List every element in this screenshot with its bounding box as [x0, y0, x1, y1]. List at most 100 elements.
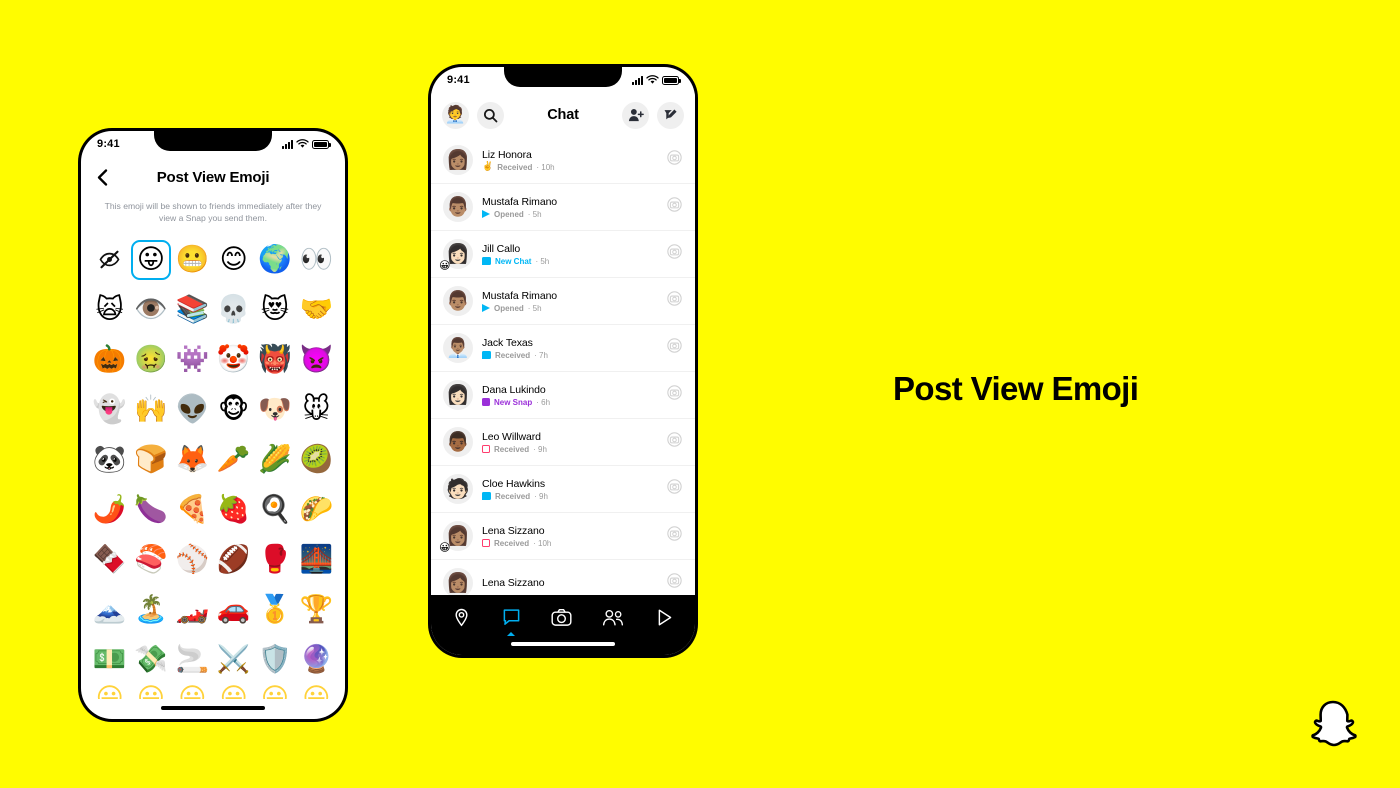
emoji-skull[interactable]: 💀 [213, 285, 254, 335]
emoji-partial-1[interactable]: 😀 [89, 685, 130, 699]
avatar[interactable]: 👩🏻 [443, 380, 473, 410]
emoji-weary-cat[interactable]: 🙀 [89, 285, 130, 335]
camera-circle-icon[interactable] [667, 197, 682, 217]
emoji-eye[interactable]: 👁️ [130, 285, 171, 335]
emoji-pizza[interactable]: 🍕 [172, 485, 213, 535]
camera-circle-icon[interactable] [667, 291, 682, 311]
emoji-chocolate-bar[interactable]: 🍫 [89, 535, 130, 585]
conversation-list[interactable]: 👩🏽 Liz Honora ✌️ Received · 10h 👨🏽 Mustafa Rim… [431, 137, 695, 607]
emoji-partial-3[interactable]: 😀 [172, 685, 213, 699]
emoji-crystal-ball[interactable]: 🔮 [296, 635, 337, 685]
emoji-alien[interactable]: 👽 [172, 385, 213, 435]
emoji-globe[interactable]: 🌍 [254, 235, 295, 285]
emoji-handshake[interactable]: 🤝 [296, 285, 337, 335]
emoji-books[interactable]: 📚 [172, 285, 213, 335]
emoji-hot-pepper[interactable]: 🌶️ [89, 485, 130, 535]
avatar[interactable]: 👩🏽 😀 [439, 521, 473, 553]
emoji-carrot[interactable]: 🥕 [213, 435, 254, 485]
camera-circle-icon[interactable] [667, 432, 682, 452]
avatar[interactable]: 👨🏽 [443, 192, 473, 222]
add-friend-button[interactable] [622, 101, 649, 129]
conversation-row[interactable]: 👨🏾 Leo Willward Received · 9h [431, 419, 695, 466]
avatar[interactable]: 🧑🏻 [443, 474, 473, 504]
conversation-row[interactable]: 👩🏽 😀 Lena Sizzano Received · 10h [431, 513, 695, 560]
emoji-money-with-wings[interactable]: 💸 [130, 635, 171, 685]
conversation-row[interactable]: 👩🏻 Dana Lukindo New Snap · 6h [431, 372, 695, 419]
emoji-partial-5[interactable]: 😀 [254, 685, 295, 699]
camera-circle-icon[interactable] [667, 573, 682, 593]
emoji-mouse-face[interactable]: 🐭 [296, 385, 337, 435]
emoji-ogre[interactable]: 👹 [254, 335, 295, 385]
nav-chat[interactable] [502, 608, 521, 636]
hide-emoji-icon[interactable] [89, 235, 130, 285]
avatar[interactable]: 👨🏽‍💼 [443, 333, 473, 363]
emoji-shield[interactable]: 🛡️ [254, 635, 295, 685]
emoji-clown[interactable]: 🤡 [213, 335, 254, 385]
emoji-kiwi[interactable]: 🥝 [296, 435, 337, 485]
emoji-nauseated[interactable]: 🤢 [130, 335, 171, 385]
emoji-heart-eyes-cat[interactable]: 😻 [254, 285, 295, 335]
avatar[interactable]: 👩🏻 😀 [439, 239, 473, 271]
emoji-dog-face[interactable]: 🐶 [254, 385, 295, 435]
emoji-jack-o-lantern[interactable]: 🎃 [89, 335, 130, 385]
emoji-panda[interactable]: 🐼 [89, 435, 130, 485]
emoji-taco[interactable]: 🌮 [296, 485, 337, 535]
emoji-monkey-face[interactable]: 🐵 [213, 385, 254, 435]
emoji-football[interactable]: 🏈 [213, 535, 254, 585]
emoji-corn[interactable]: 🌽 [254, 435, 295, 485]
emoji-bridge-at-night[interactable]: 🌉 [296, 535, 337, 585]
emoji-trophy[interactable]: 🏆 [296, 585, 337, 635]
nav-camera[interactable] [551, 608, 572, 627]
emoji-raising-hands[interactable]: 🙌 [130, 385, 171, 435]
back-button[interactable] [93, 168, 111, 186]
emoji-cigarette[interactable]: 🚬 [172, 635, 213, 685]
emoji-crossed-swords[interactable]: ⚔️ [213, 635, 254, 685]
conversation-row[interactable]: 👩🏽 Liz Honora ✌️ Received · 10h [431, 137, 695, 184]
profile-avatar-button[interactable]: 🧑‍💼 [442, 101, 469, 129]
nav-friends[interactable] [602, 609, 624, 626]
emoji-eyes[interactable]: 👀 [296, 235, 337, 285]
emoji-partial-6[interactable]: 😀 [296, 685, 337, 699]
emoji-desert-island[interactable]: 🏝️ [130, 585, 171, 635]
search-button[interactable] [477, 101, 504, 129]
emoji-partial-2[interactable]: 😀 [130, 685, 171, 699]
emoji-eggplant[interactable]: 🍆 [130, 485, 171, 535]
emoji-dollar-banknote[interactable]: 💵 [89, 635, 130, 685]
nav-map[interactable] [452, 608, 471, 627]
camera-circle-icon[interactable] [667, 385, 682, 405]
emoji-alien-monster[interactable]: 👾 [172, 335, 213, 385]
emoji-mount-fuji[interactable]: 🗻 [89, 585, 130, 635]
conversation-row[interactable]: 👨🏽 Mustafa Rimano Opened · 5h [431, 278, 695, 325]
emoji-ghost[interactable]: 👻 [89, 385, 130, 435]
conversation-row[interactable]: 🧑🏻 Cloe Hawkins Received · 9h [431, 466, 695, 513]
camera-circle-icon[interactable] [667, 244, 682, 264]
emoji-grimacing[interactable]: 😬 [172, 235, 213, 285]
emoji-boxing-glove[interactable]: 🥊 [254, 535, 295, 585]
camera-circle-icon[interactable] [667, 150, 682, 170]
emoji-automobile[interactable]: 🚗 [213, 585, 254, 635]
compose-new-chat-button[interactable] [657, 101, 684, 129]
avatar[interactable]: 👨🏽 [443, 286, 473, 316]
emoji-racing-car[interactable]: 🏎️ [172, 585, 213, 635]
emoji-sushi[interactable]: 🍣 [130, 535, 171, 585]
emoji-tongue-out[interactable]: 😛 [130, 235, 172, 285]
conversation-row[interactable]: 👩🏻 😀 Jill Callo New Chat · 5h [431, 231, 695, 278]
emoji-baseball[interactable]: ⚾ [172, 535, 213, 585]
camera-circle-icon[interactable] [667, 479, 682, 499]
conversation-row[interactable]: 👨🏽 Mustafa Rimano Opened · 5h [431, 184, 695, 231]
emoji-angry-devil[interactable]: 👿 [296, 335, 337, 385]
conversation-row[interactable]: 👨🏽‍💼 Jack Texas Received · 7h [431, 325, 695, 372]
camera-circle-icon[interactable] [667, 338, 682, 358]
avatar[interactable]: 👩🏽 [443, 568, 473, 598]
emoji-fox[interactable]: 🦊 [172, 435, 213, 485]
emoji-strawberry[interactable]: 🍓 [213, 485, 254, 535]
emoji-cooking-egg[interactable]: 🍳 [254, 485, 295, 535]
avatar[interactable]: 👩🏽 [443, 145, 473, 175]
emoji-partial-4[interactable]: 😀 [213, 685, 254, 699]
emoji-bread[interactable]: 🍞 [130, 435, 171, 485]
avatar[interactable]: 👨🏾 [443, 427, 473, 457]
camera-circle-icon[interactable] [667, 526, 682, 546]
nav-stories[interactable] [655, 608, 674, 627]
emoji-smiling-eyes[interactable]: 😊 [213, 235, 254, 285]
emoji-gold-medal[interactable]: 🥇 [254, 585, 295, 635]
